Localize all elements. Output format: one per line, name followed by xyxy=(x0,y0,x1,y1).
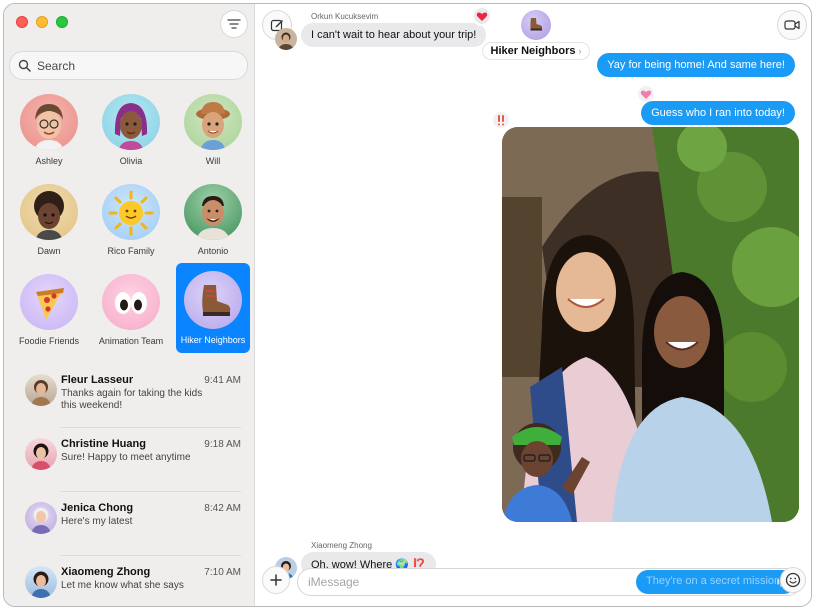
pin-label: Antonio xyxy=(197,246,229,256)
conversation-name: Xiaomeng Zhong xyxy=(61,566,151,578)
avatar xyxy=(25,502,57,534)
pinned-ashley[interactable]: Ashley xyxy=(12,92,86,166)
filter-icon xyxy=(227,19,241,29)
message-input[interactable] xyxy=(308,575,628,589)
conversation-name: Jenica Chong xyxy=(61,502,134,514)
pin-label: Hiker Neighbors xyxy=(180,335,246,345)
pinned-foodie-friends[interactable]: Foodie Friends xyxy=(12,272,86,346)
video-camera-icon xyxy=(784,20,800,30)
minimize-window-button[interactable] xyxy=(36,16,48,28)
double-exclamation-icon xyxy=(498,115,504,126)
pin-label: Animation Team xyxy=(98,336,164,346)
hiking-boot-icon xyxy=(530,18,543,31)
facetime-video-button[interactable] xyxy=(777,10,807,40)
message-bubble-outgoing[interactable]: Guess who I ran into today! xyxy=(641,101,795,125)
conversation-time: 9:41 AM xyxy=(204,375,241,386)
conversation-preview: Sure! Happy to meet anytime xyxy=(61,452,191,463)
composer-bar: They're on a secret mission. xyxy=(255,562,811,606)
conversation-header[interactable]: Hiker Neighbors › xyxy=(481,10,591,60)
conversation-name: Fleur Lasseur xyxy=(61,374,134,386)
conversation-preview: Thanks again for taking the kids this we… xyxy=(61,388,203,411)
memoji-avatar xyxy=(102,94,160,150)
group-avatar xyxy=(521,10,551,40)
sun-avatar xyxy=(102,184,160,240)
memoji-avatar xyxy=(20,94,78,150)
conversation-time: 9:18 AM xyxy=(204,439,241,450)
conversation-time: 7:10 AM xyxy=(204,567,241,578)
pin-label: Rico Family xyxy=(107,246,155,256)
sending-text: They're on a secret mission. xyxy=(646,575,784,587)
conversation-preview: Here's my latest xyxy=(61,516,133,527)
message-bubble-incoming[interactable]: I can't wait to hear about your trip! xyxy=(301,23,487,47)
search-field[interactable] xyxy=(9,51,248,80)
message-bubble-outgoing[interactable]: Yay for being home! And same here! xyxy=(597,53,795,77)
zoom-window-button[interactable] xyxy=(56,16,68,28)
emoji-icon xyxy=(785,572,801,588)
hiking-boot-avatar xyxy=(184,271,242,329)
pinned-will[interactable]: Will xyxy=(176,92,250,166)
conversation-view: Hiker Neighbors › Orkun Kucuksevim I can'… xyxy=(255,4,811,606)
eyes-avatar xyxy=(102,274,160,330)
pinned-animation-team[interactable]: Animation Team xyxy=(94,272,168,346)
plus-icon xyxy=(270,574,282,586)
pinned-olivia[interactable]: Olivia xyxy=(94,92,168,166)
conversation-preview: Let me know what she says xyxy=(61,580,184,591)
avatar xyxy=(25,374,57,406)
pinned-antonio[interactable]: Antonio xyxy=(176,182,250,256)
pizza-avatar xyxy=(20,274,78,330)
window-controls xyxy=(16,16,68,28)
pin-label: Dawn xyxy=(37,246,61,256)
photo-avatar xyxy=(184,184,242,240)
filter-button[interactable] xyxy=(220,10,248,38)
pin-label: Olivia xyxy=(119,156,143,166)
avatar xyxy=(25,438,57,470)
conversation-time: 8:42 AM xyxy=(204,503,241,514)
sender-name: Orkun Kucuksevim xyxy=(311,12,379,21)
chevron-right-icon: › xyxy=(578,46,582,56)
close-window-button[interactable] xyxy=(16,16,28,28)
tapback-exclamation[interactable] xyxy=(491,110,511,130)
sender-name: Xiaomeng Zhong xyxy=(311,541,372,550)
tapback-heart[interactable] xyxy=(472,6,492,26)
sender-avatar xyxy=(275,28,297,50)
conversation-list: Fleur Lasseur 9:41 AM Thanks again for t… xyxy=(4,364,255,606)
pin-label: Ashley xyxy=(35,156,63,166)
memoji-avatar xyxy=(20,184,78,240)
conversation-title-text: Hiker Neighbors xyxy=(490,45,576,57)
sidebar: Ashley Olivia xyxy=(4,4,255,606)
message-input-field[interactable]: They're on a secret mission. xyxy=(297,568,802,596)
heart-icon xyxy=(476,11,488,21)
conversation-christine-huang[interactable]: Christine Huang 9:18 AM Sure! Happy to m… xyxy=(4,428,255,492)
conversation-fleur-lasseur[interactable]: Fleur Lasseur 9:41 AM Thanks again for t… xyxy=(4,364,255,428)
apps-add-button[interactable] xyxy=(262,566,290,594)
search-icon xyxy=(18,59,31,72)
emoji-button[interactable] xyxy=(780,567,806,593)
sending-bubble-preview: They're on a secret mission. xyxy=(636,570,796,594)
memoji-avatar xyxy=(184,94,242,150)
pinned-conversations: Ashley Olivia Will Dawn Rico Family Anto… xyxy=(12,92,252,353)
pinned-dawn[interactable]: Dawn xyxy=(12,182,86,256)
pinned-hiker-neighbors[interactable]: Hiker Neighbors xyxy=(176,263,250,353)
search-input[interactable] xyxy=(37,58,227,73)
messages-window: Ashley Olivia xyxy=(3,3,812,607)
conversation-name: Christine Huang xyxy=(61,438,146,450)
avatar xyxy=(25,566,57,598)
sparkle-heart-icon xyxy=(640,89,652,99)
conversation-title[interactable]: Hiker Neighbors › xyxy=(481,42,591,60)
pin-label: Will xyxy=(205,156,221,166)
conversation-xiaomeng-zhong[interactable]: Xiaomeng Zhong 7:10 AM Let me know what … xyxy=(4,556,255,606)
shared-photo[interactable] xyxy=(502,127,799,522)
pinned-rico-family[interactable]: Rico Family xyxy=(94,182,168,256)
conversation-jenica-chong[interactable]: Jenica Chong 8:42 AM Here's my latest xyxy=(4,492,255,556)
pin-label: Foodie Friends xyxy=(18,336,80,346)
